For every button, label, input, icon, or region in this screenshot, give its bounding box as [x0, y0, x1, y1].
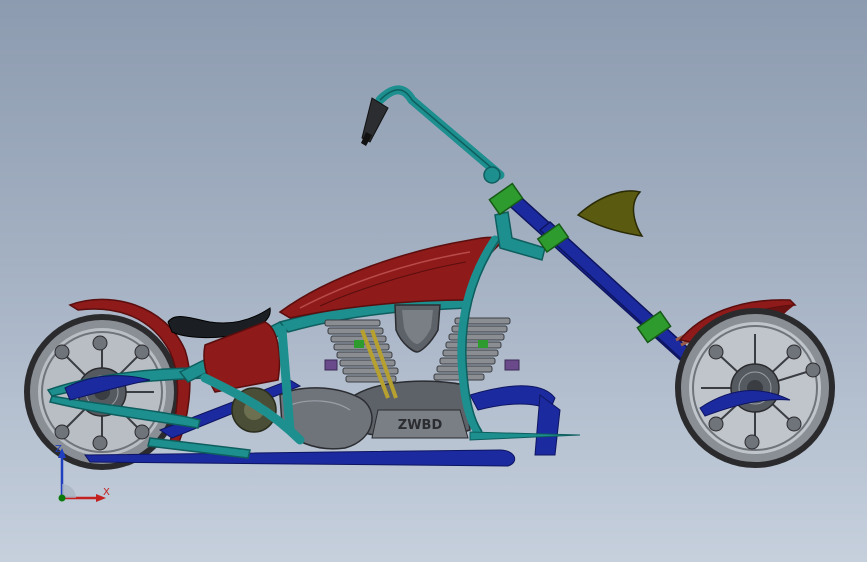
z-axis-label: Z [55, 444, 62, 455]
engine-logo-text: ZWBD [398, 418, 443, 433]
front-wheel[interactable] [675, 308, 835, 468]
frame-tail-spike [469, 431, 581, 441]
handlebar[interactable] [375, 85, 505, 184]
engine-badge: ZWBD [371, 409, 469, 439]
origin-point [58, 494, 66, 502]
cad-graphics-viewport[interactable]: ZWBD X Z [0, 0, 867, 562]
chopper-motorcycle-model[interactable]: ZWBD [0, 0, 867, 562]
headlight [576, 190, 644, 237]
v-twin-engine: ZWBD [279, 304, 520, 450]
x-axis-label: X [103, 487, 110, 498]
front-cylinder-fins [433, 317, 511, 381]
